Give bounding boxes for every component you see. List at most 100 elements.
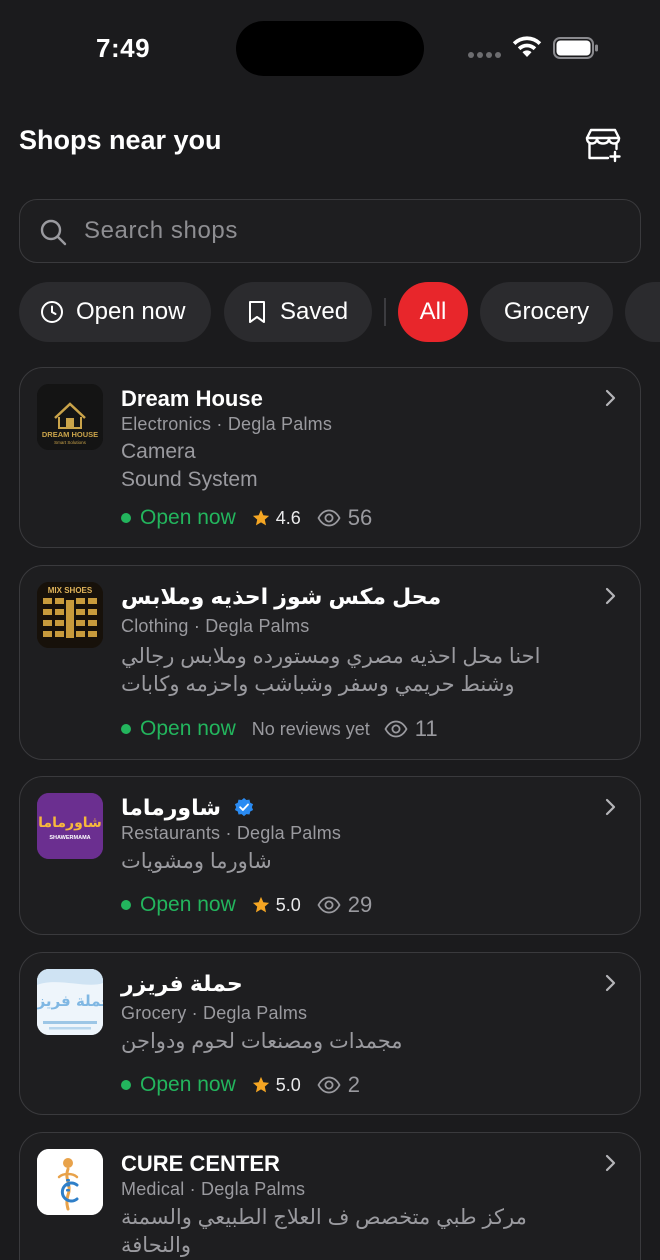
- shop-footer: Open now 5.0 2: [121, 1070, 360, 1100]
- star-icon: [252, 509, 269, 526]
- search-box[interactable]: [19, 199, 641, 263]
- shop-meta: Restaurants · Degla Palms: [121, 823, 342, 843]
- filter-grocery-label: Grocery: [503, 298, 590, 325]
- shop-description: مجمدات ومصنعات لحوم ودواجن: [121, 1028, 403, 1056]
- open-status-dot: [121, 724, 131, 734]
- filter-all-label: All: [419, 298, 447, 325]
- shop-logo: [37, 1149, 103, 1215]
- shop-card[interactable]: DREAM HOUSE Smart Solutions Dream House …: [19, 367, 641, 548]
- chevron-right-icon: [605, 389, 616, 407]
- filter-open-now[interactable]: Open now: [19, 282, 211, 342]
- view-count: 29: [347, 892, 373, 917]
- shop-description: احنا محل احذيه مصري ومستورده وملابس رجال…: [121, 643, 540, 699]
- shop-description-line: مركز طبي متخصص ف العلاج الطبيعي والسمنة: [121, 1206, 527, 1229]
- shop-rating: No reviews yet: [251, 718, 370, 739]
- star-icon: [252, 896, 269, 913]
- eye-icon: [317, 509, 341, 527]
- shop-footer: Open now 5.0 29: [121, 890, 372, 920]
- svg-text:Smart Solutions: Smart Solutions: [54, 440, 87, 445]
- svg-text:DREAM HOUSE: DREAM HOUSE: [42, 430, 98, 439]
- dynamic-island: [236, 21, 424, 76]
- status-time: 7:49: [96, 33, 151, 63]
- shop-description-line: وشنط حريمي وسفر وشباشب واحزمه وكابات: [121, 673, 515, 696]
- wifi-icon: [512, 36, 542, 57]
- shop-description-line: Sound System: [121, 468, 258, 491]
- view-count: 56: [347, 505, 373, 530]
- chevron-right-icon: [605, 587, 616, 605]
- filter-saved[interactable]: Saved: [224, 282, 372, 342]
- bookmark-icon: [246, 300, 268, 324]
- shop-name: Dream House: [121, 386, 263, 411]
- shop-meta: Electronics · Degla Palms: [121, 414, 333, 434]
- status-bar: 7:49: [0, 0, 660, 96]
- shop-card[interactable]: CURE CENTER Medical · Degla Palms مركز ط…: [19, 1132, 641, 1260]
- svg-text:SHAWERMAMA: SHAWERMAMA: [49, 835, 90, 841]
- chevron-right-icon: [605, 1154, 616, 1172]
- filter-grocery[interactable]: Grocery: [480, 282, 613, 342]
- open-status: Open now: [140, 1073, 236, 1096]
- filter-all[interactable]: All: [398, 282, 468, 342]
- filter-divider: [384, 298, 386, 326]
- add-shop-button[interactable]: [582, 122, 626, 166]
- shop-logo: DREAM HOUSE Smart Solutions: [37, 384, 103, 450]
- eye-icon: [317, 896, 341, 914]
- svg-text:حملة فريزر: حملة فريزر: [37, 992, 103, 1010]
- store-plus-icon: [585, 128, 621, 163]
- cure-center-logo: [37, 1149, 103, 1215]
- shop-description-line: Camera: [121, 440, 196, 463]
- shop-description: مركز طبي متخصص ف العلاج الطبيعي والسمنة …: [121, 1204, 527, 1260]
- shop-footer: Open now No reviews yet 11: [121, 714, 438, 744]
- shop-logo: شاورماما SHAWERMAMA: [37, 793, 103, 859]
- star-icon: [252, 1076, 269, 1093]
- open-status-dot: [121, 1080, 131, 1090]
- shop-card[interactable]: حملة فريزر حملة فريزر Grocery · Degla Pa…: [19, 952, 641, 1115]
- shop-card[interactable]: شاورماما SHAWERMAMA شاورماما Restaurants…: [19, 776, 641, 935]
- shop-name-text: شاورماما: [121, 795, 221, 820]
- search-icon: [40, 219, 67, 246]
- eye-icon: [384, 720, 408, 738]
- shop-card[interactable]: MIX SHOES محل مكس شوز احذيه وملابس Cloth…: [19, 565, 641, 760]
- open-status: Open now: [140, 893, 236, 916]
- view-count: 2: [347, 1072, 361, 1097]
- eye-icon: [317, 1076, 341, 1094]
- filter-more[interactable]: [625, 282, 660, 342]
- open-status: Open now: [140, 717, 236, 740]
- filter-open-now-label: Open now: [76, 298, 186, 325]
- clock-icon: [40, 300, 64, 324]
- verified-badge-icon: [235, 798, 254, 817]
- shop-logo: MIX SHOES: [37, 582, 103, 648]
- shop-meta: Clothing · Degla Palms: [121, 616, 310, 636]
- shop-rating: 4.6: [275, 507, 301, 528]
- freezer-campaign-logo: حملة فريزر: [37, 969, 103, 1035]
- open-status: Open now: [140, 506, 236, 529]
- filter-chips: Open now Saved All Grocery: [0, 282, 660, 344]
- search-input[interactable]: [84, 200, 624, 262]
- filter-saved-label: Saved: [280, 298, 349, 325]
- shop-description: شاورما ومشويات: [121, 848, 272, 876]
- open-status-dot: [121, 900, 131, 910]
- shop-rating: 5.0: [275, 894, 301, 915]
- shop-name: شاورماما: [121, 795, 255, 821]
- mix-shoes-logo: MIX SHOES: [37, 582, 103, 648]
- svg-text:MIX SHOES: MIX SHOES: [48, 586, 93, 595]
- battery-icon: [553, 37, 598, 59]
- cellular-signal-icon: [468, 52, 502, 60]
- shawermama-logo: شاورماما SHAWERMAMA: [37, 793, 103, 859]
- shop-meta: Medical · Degla Palms: [121, 1179, 306, 1199]
- open-status-dot: [121, 513, 131, 523]
- shop-meta: Grocery · Degla Palms: [121, 1003, 308, 1023]
- chevron-right-icon: [605, 798, 616, 816]
- shop-logo: حملة فريزر: [37, 969, 103, 1035]
- shop-name: CURE CENTER: [121, 1151, 280, 1176]
- shop-description-line: والنحافة: [121, 1234, 191, 1257]
- dream-house-logo: DREAM HOUSE Smart Solutions: [37, 384, 103, 450]
- shop-rating: 5.0: [275, 1074, 301, 1095]
- shop-footer: Open now 4.6 56: [121, 503, 372, 533]
- shop-name: حملة فريزر: [121, 971, 243, 996]
- chevron-right-icon: [605, 974, 616, 992]
- shop-name: محل مكس شوز احذيه وملابس: [121, 584, 442, 609]
- shop-description-line: مجمدات ومصنعات لحوم ودواجن: [121, 1030, 403, 1053]
- page-title: Shops near you: [19, 125, 222, 155]
- shop-description: Camera Sound System: [121, 438, 258, 494]
- view-count: 11: [414, 716, 438, 741]
